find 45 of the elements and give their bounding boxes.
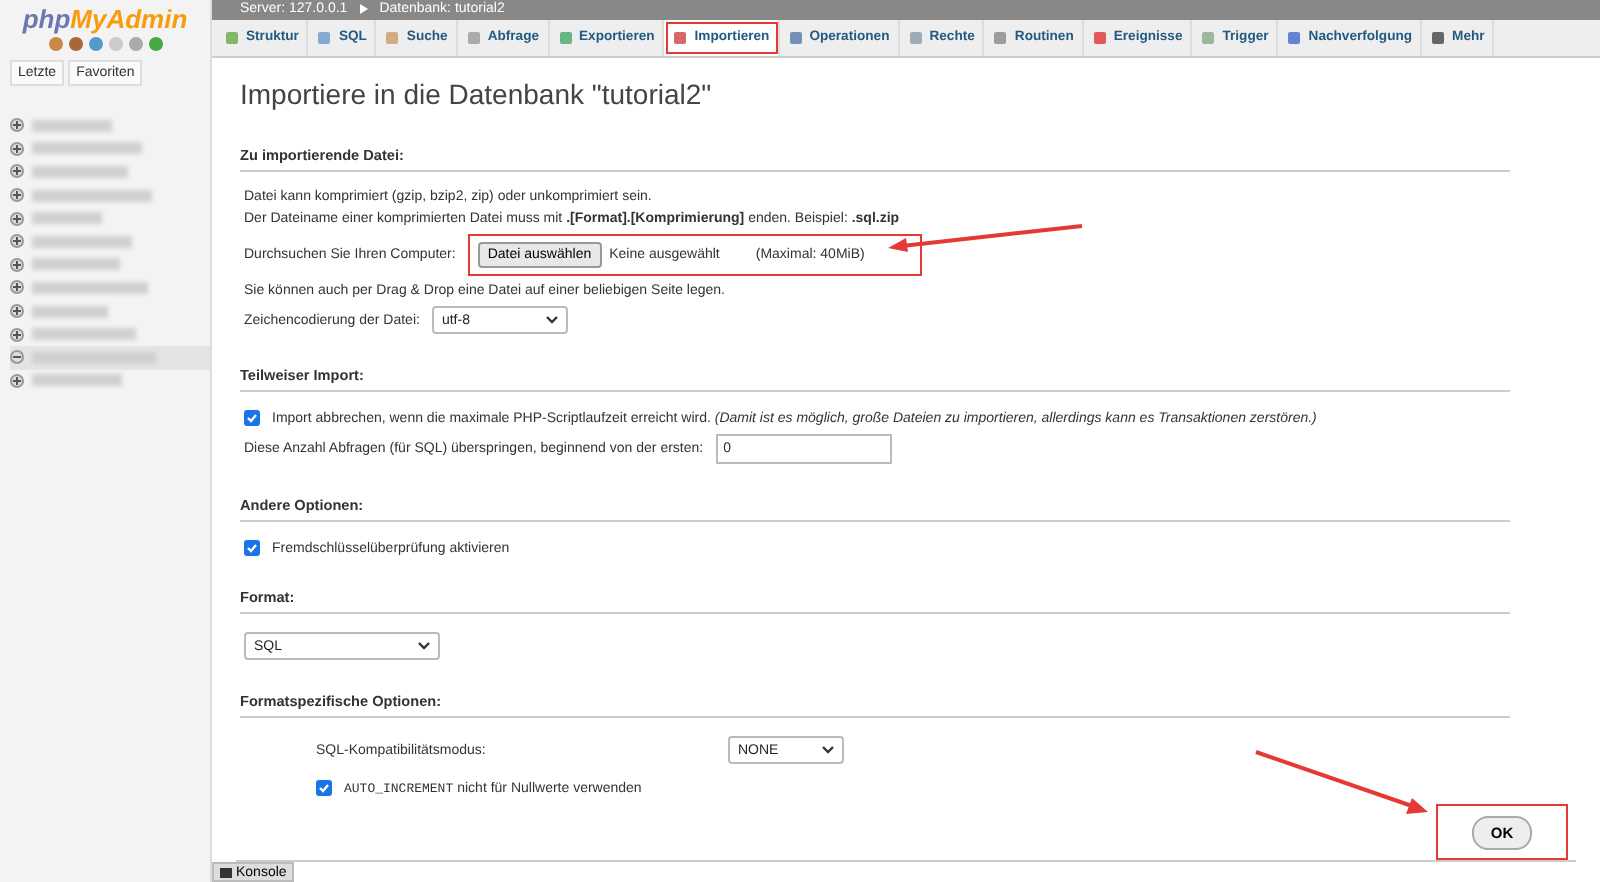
- blurred-label: [32, 305, 108, 318]
- separator-icon: [359, 4, 368, 15]
- expand-icon[interactable]: [10, 188, 24, 203]
- logo: phpMyAdmin: [22, 4, 188, 34]
- blurred-label: [32, 328, 136, 341]
- tab-icon: [1200, 29, 1217, 46]
- checkbox[interactable]: [244, 540, 260, 556]
- blurred-label: [32, 281, 148, 294]
- blurred-label: [32, 165, 128, 178]
- tab-icon: [672, 29, 689, 46]
- tab-icon: [1091, 29, 1108, 46]
- blurred-label: [32, 212, 102, 225]
- collapse-icon[interactable]: [10, 350, 24, 365]
- tab-icon: [907, 29, 924, 46]
- tab-icon: [224, 29, 240, 46]
- expand-icon[interactable]: [10, 373, 24, 388]
- blurred-label: [32, 258, 120, 271]
- caret-icon: [545, 316, 558, 324]
- expand-icon[interactable]: [10, 257, 24, 272]
- expand-icon[interactable]: [10, 211, 24, 226]
- expand-icon[interactable]: [10, 118, 24, 133]
- caret-icon: [418, 642, 430, 650]
- tab-icon: [316, 29, 333, 46]
- expand-icon[interactable]: [10, 327, 24, 342]
- expand-icon[interactable]: [10, 234, 24, 249]
- tab-icon: [787, 29, 804, 46]
- tab-icon: [1286, 29, 1303, 46]
- expand-icon[interactable]: [10, 141, 24, 156]
- page-title: Importiere in die Datenbank "tutorial2": [240, 78, 714, 110]
- blurred-label: [32, 142, 142, 155]
- blurred-label: [32, 374, 122, 387]
- expand-icon[interactable]: [10, 280, 24, 295]
- tab-icon: [465, 29, 482, 46]
- caret-icon: [822, 746, 834, 754]
- tab-icon: [1430, 29, 1447, 46]
- blurred-label: [32, 235, 132, 248]
- blurred-label: [32, 119, 112, 132]
- blurred-label: [32, 189, 152, 202]
- expand-icon[interactable]: [10, 164, 24, 179]
- expand-icon[interactable]: [10, 304, 24, 319]
- checkbox[interactable]: [316, 780, 332, 796]
- checkbox[interactable]: [244, 410, 260, 426]
- tab-icon: [992, 29, 1009, 46]
- tab-icon: [557, 29, 574, 46]
- tab-icon: [384, 29, 401, 46]
